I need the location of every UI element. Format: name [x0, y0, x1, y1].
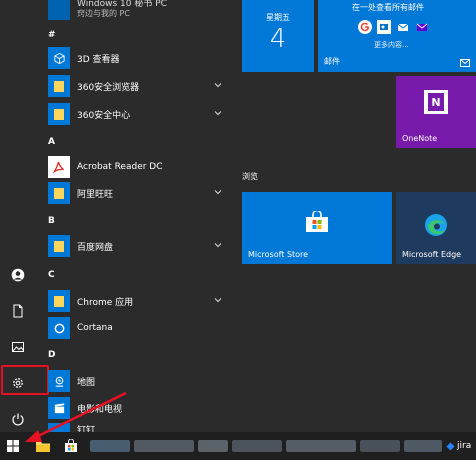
list-item-label: Chrome 应用 — [77, 297, 134, 308]
mail-heading: 在一处查看所有邮件 — [352, 3, 424, 12]
list-item-label: 360安全中心 — [77, 110, 131, 121]
onenote-icon: N — [424, 90, 448, 114]
blurred-taskbar-app[interactable] — [286, 440, 356, 452]
onenote-label: OneNote — [402, 134, 438, 143]
section-title-browse[interactable]: 浏览 — [242, 171, 258, 182]
microsoft-edge-tile[interactable]: Microsoft Edge — [396, 192, 476, 264]
calendar-tile[interactable]: 星期五 4 — [242, 0, 314, 72]
list-item-360-browser[interactable]: 360安全浏览器 — [48, 75, 228, 97]
list-item-sublabel: 窍边与我的 PC — [77, 9, 130, 18]
yahoo-mail-icon — [415, 20, 429, 34]
folder-icon — [48, 103, 70, 125]
folder-icon — [48, 290, 70, 312]
mail-label: 邮件 — [324, 57, 340, 66]
jira-label: jira — [457, 441, 472, 451]
user-icon — [11, 268, 25, 282]
settings-button[interactable] — [0, 366, 36, 400]
folder-icon — [48, 182, 70, 204]
list-item-label: 地图 — [77, 377, 96, 388]
calendar-day: 星期五 — [266, 13, 290, 22]
store-bag-icon — [65, 439, 77, 452]
gear-icon — [13, 378, 23, 388]
list-item-acrobat[interactable]: Acrobat Reader DC — [48, 156, 228, 178]
onenote-tile[interactable]: N OneNote — [396, 76, 476, 148]
microsoft-store-tile[interactable]: Microsoft Store — [242, 192, 392, 264]
mail-tile[interactable]: 在一处查看所有邮件 更多内容... 邮件 — [318, 0, 476, 72]
group-header-c[interactable]: C — [48, 270, 55, 280]
group-header-a[interactable]: A — [48, 137, 55, 147]
blurred-taskbar-app[interactable] — [360, 440, 400, 452]
mail-more-text: 更多内容... — [374, 41, 409, 49]
folder-icon — [48, 75, 70, 97]
list-item-baidu-netdisk[interactable]: 百度网盘 — [48, 235, 228, 257]
chevron-down-icon[interactable] — [214, 188, 222, 196]
chevron-down-icon[interactable] — [214, 109, 222, 117]
blurred-taskbar-app[interactable] — [198, 440, 228, 452]
exchange-icon — [396, 20, 410, 34]
chevron-down-icon[interactable] — [214, 81, 222, 89]
app-list[interactable]: Windows 10 秘书 PC 窍边与我的 PC # 3D 查看器 360安全… — [36, 0, 230, 435]
folder-icon — [36, 442, 50, 452]
group-header-d[interactable]: D — [48, 350, 55, 360]
documents-button[interactable] — [0, 294, 36, 328]
list-item-label: 3D 查看器 — [77, 54, 120, 65]
power-icon — [12, 413, 24, 426]
blurred-taskbar-app[interactable] — [90, 440, 130, 452]
list-item-cortana[interactable]: Cortana — [48, 317, 228, 339]
taskbar: jira — [0, 432, 476, 460]
list-item-movies-tv[interactable]: 电影和电视 — [48, 397, 228, 419]
list-item-label: 阿里旺旺 — [77, 189, 114, 200]
windows-logo-icon — [7, 440, 19, 452]
list-item-maps[interactable]: 地图 — [48, 370, 228, 392]
blurred-taskbar-app[interactable] — [404, 440, 442, 452]
mail-service-icons — [358, 20, 429, 34]
calendar-date: 4 — [269, 24, 287, 54]
list-item-label: Acrobat Reader DC — [77, 162, 163, 172]
power-button[interactable] — [0, 402, 36, 436]
acrobat-icon — [48, 156, 70, 178]
taskbar-file-explorer[interactable] — [30, 432, 56, 460]
list-item-label: 百度网盘 — [77, 242, 114, 253]
store-label: Microsoft Store — [248, 250, 309, 259]
list-item-label: Windows 10 秘书 PC — [77, 0, 167, 9]
user-account-button[interactable] — [0, 258, 36, 292]
store-bag-icon — [306, 211, 328, 232]
outlook-icon — [377, 20, 391, 34]
folder-icon — [48, 235, 70, 257]
blurred-taskbar-app[interactable] — [134, 440, 194, 452]
list-item-chrome-apps[interactable]: Chrome 应用 — [48, 290, 228, 312]
edge-icon — [425, 214, 447, 236]
start-button[interactable] — [0, 432, 26, 460]
start-menu: Windows 10 秘书 PC 窍边与我的 PC # 3D 查看器 360安全… — [0, 0, 476, 435]
blurred-taskbar-app[interactable] — [232, 440, 282, 452]
cube-icon — [48, 47, 70, 69]
taskbar-jira[interactable]: jira — [446, 432, 476, 460]
pictures-button[interactable] — [0, 330, 36, 364]
document-icon — [13, 304, 23, 318]
map-icon — [48, 370, 70, 392]
chevron-down-icon[interactable] — [214, 241, 222, 249]
cortana-icon — [48, 317, 70, 339]
picture-icon — [12, 342, 24, 352]
list-item-aliwangwang[interactable]: 阿里旺旺 — [48, 182, 228, 204]
film-icon — [48, 397, 70, 419]
list-item-360-center[interactable]: 360安全中心 — [48, 103, 228, 125]
envelope-icon — [460, 59, 470, 67]
list-item-windows[interactable]: Windows 10 秘书 PC 窍边与我的 PC — [48, 0, 228, 20]
list-item-label: Cortana — [77, 323, 113, 333]
taskbar-store[interactable] — [58, 432, 84, 460]
group-header-hash[interactable]: # — [48, 30, 56, 40]
list-item-3d-viewer[interactable]: 3D 查看器 — [48, 47, 228, 69]
google-icon — [358, 20, 372, 34]
group-header-b[interactable]: B — [48, 216, 55, 226]
jira-icon — [446, 442, 455, 450]
list-item-label: 360安全浏览器 — [77, 82, 140, 93]
edge-label: Microsoft Edge — [402, 250, 462, 259]
windows-app-icon — [48, 0, 70, 20]
start-rail — [0, 0, 36, 432]
list-item-label: 电影和电视 — [77, 404, 123, 415]
chevron-down-icon[interactable] — [214, 296, 222, 304]
